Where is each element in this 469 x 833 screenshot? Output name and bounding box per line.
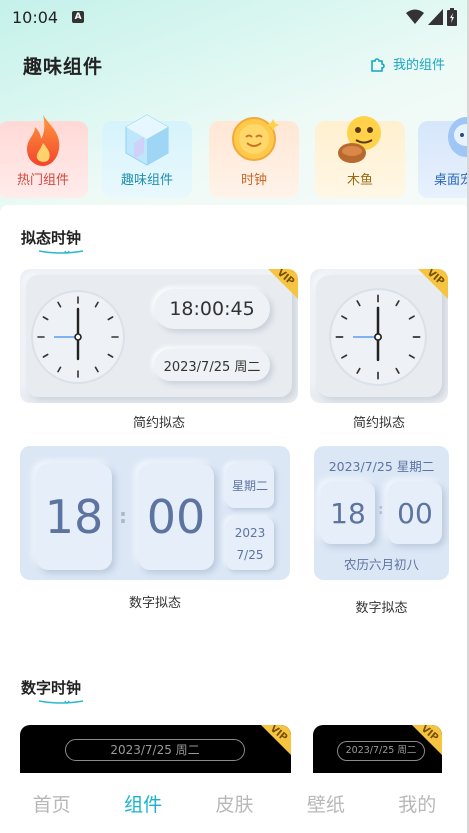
widget-list: 拟态时钟 18:00:45 2023/7/25 周二 VIP 简约拟态 VIP … <box>0 205 469 785</box>
category-label: 木鱼 <box>346 173 373 188</box>
section-title-digital: 数字时钟 <box>21 679 82 697</box>
date-box: 2023 7/25 <box>226 518 274 570</box>
hour-digit-box: 18 <box>321 482 375 544</box>
category-clock[interactable]: 时钟 <box>209 117 299 198</box>
time-separator: : <box>119 504 127 528</box>
date-pill: 2023/7/25 周二 <box>65 739 245 761</box>
hour-digit-box: 18 <box>36 464 112 570</box>
time-separator: : <box>378 502 384 518</box>
widget-caption: 简约拟态 <box>132 416 185 431</box>
category-label: 时钟 <box>240 173 267 188</box>
notification-icon: A <box>72 11 85 23</box>
widget-caption: 数字拟态 <box>355 601 408 616</box>
widget-caption: 简约拟态 <box>352 416 405 431</box>
tab-home[interactable]: 首页 <box>12 790 92 817</box>
date-month-day: 7/25 <box>236 548 264 562</box>
widget-simple-neumorphic-small[interactable]: VIP <box>310 269 448 403</box>
lunar-date: 农历六月初八 <box>343 557 419 572</box>
category-row: 热门组件 趣味组件 时钟 木鱼 桌面宠 <box>0 105 469 200</box>
status-time: 10:04 <box>12 7 59 27</box>
category-wooden-fish[interactable]: 木鱼 <box>315 116 405 198</box>
pet-icon <box>448 117 469 157</box>
tab-wallpapers[interactable]: 壁纸 <box>286 790 366 817</box>
cube-icon <box>125 114 169 166</box>
page-title: 趣味组件 <box>23 56 104 78</box>
status-icons <box>406 8 457 26</box>
category-label: 桌面宠 <box>434 173 469 188</box>
status-bar: 10:04 A <box>0 0 469 34</box>
my-widgets-label: 我的组件 <box>392 58 445 73</box>
category-hot[interactable]: 热门组件 <box>0 115 88 198</box>
widget-digital-neumorphic-small[interactable]: 2023/7/25 星期二 18 : 00 农历六月初八 <box>314 446 449 580</box>
tab-skins[interactable]: 皮肤 <box>194 790 274 817</box>
wifi-icon <box>406 9 424 24</box>
battery-icon <box>447 8 457 26</box>
weekday-box: 星期二 <box>226 464 274 508</box>
minute-digit-box: 00 <box>138 464 214 570</box>
date-year: 2023 <box>234 526 266 540</box>
my-widgets-button[interactable]: 我的组件 <box>369 54 445 73</box>
analog-clock-face <box>31 290 125 384</box>
smiley-icon <box>232 117 279 161</box>
section-title-neumorphic: 拟态时钟 <box>21 229 82 247</box>
signal-icon <box>428 9 443 25</box>
fire-icon <box>27 115 60 166</box>
category-desktop-pet[interactable]: 桌面宠 <box>418 117 469 198</box>
widget-digital-neumorphic-wide[interactable]: 18 : 00 星期二 2023 7/25 <box>20 446 290 580</box>
date-pill: 2023/7/25 周二 <box>154 349 270 381</box>
puzzle-icon <box>371 57 385 72</box>
title-underline-decoration <box>38 250 84 254</box>
minute-digit-box: 00 <box>388 482 442 544</box>
page-header: 趣味组件 我的组件 <box>0 40 469 92</box>
widget-simple-neumorphic-wide[interactable]: 18:00:45 2023/7/25 周二 VIP <box>20 269 298 403</box>
category-label: 趣味组件 <box>120 173 173 188</box>
wooden-fish-icon <box>338 116 381 163</box>
category-label: 热门组件 <box>16 173 69 188</box>
analog-clock-face <box>329 288 427 386</box>
widget-caption: 数字拟态 <box>128 596 181 611</box>
category-fun[interactable]: 趣味组件 <box>102 114 192 198</box>
title-underline-decoration <box>38 700 84 704</box>
tab-widgets[interactable]: 组件 <box>103 790 183 817</box>
widget-date: 2023/7/25 星期二 <box>328 459 435 474</box>
tab-mine[interactable]: 我的 <box>377 790 457 817</box>
digital-time-pill: 18:00:45 <box>154 289 270 329</box>
bottom-tab-bar: 首页 组件 皮肤 壁纸 我的 <box>0 773 469 833</box>
